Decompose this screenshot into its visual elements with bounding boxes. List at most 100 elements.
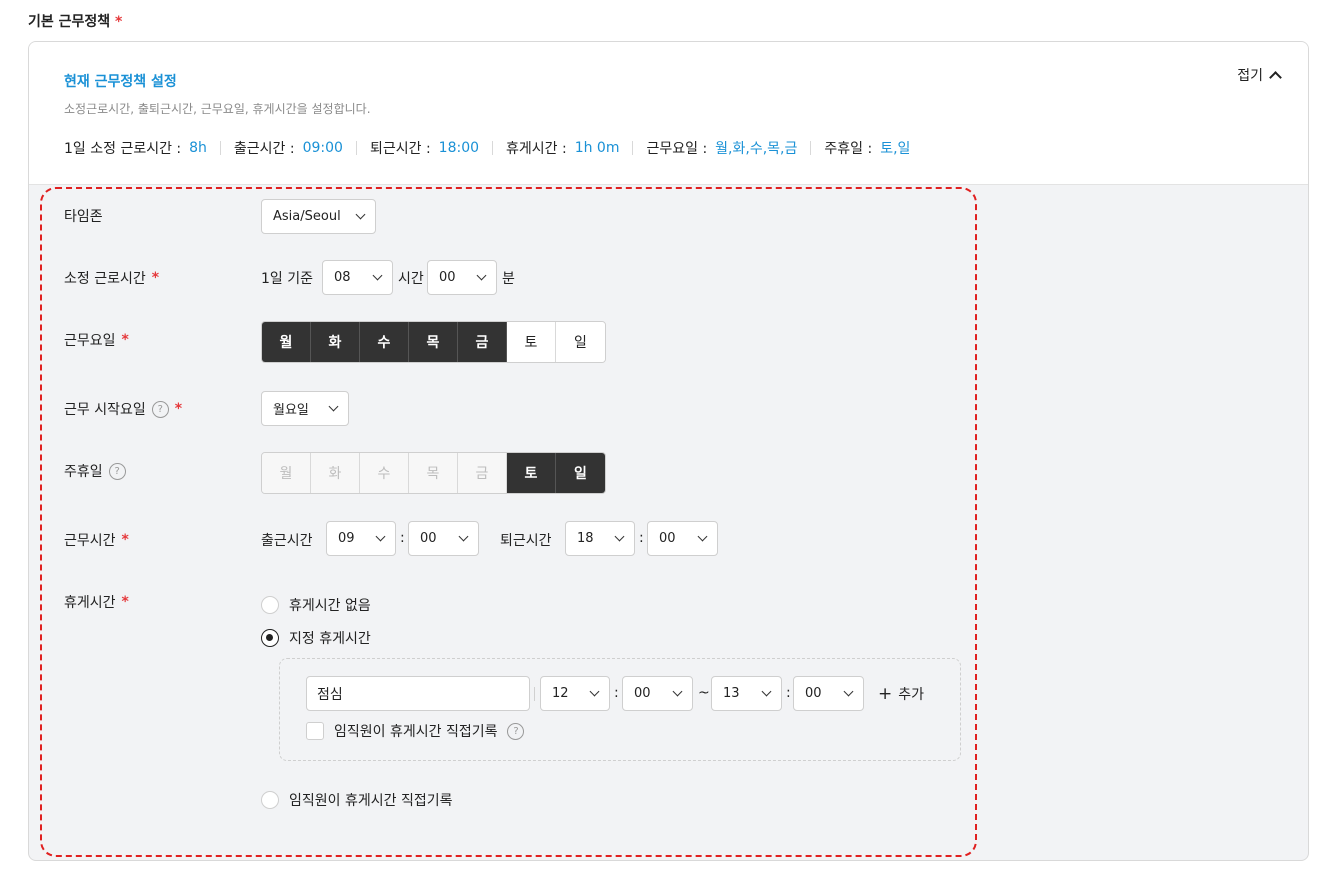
break-name-value: 점심: [317, 686, 343, 703]
holiday-day-sun[interactable]: 일: [556, 453, 605, 493]
range-tilde: ~: [698, 685, 710, 701]
work-hours-minute-value: 00: [439, 270, 456, 285]
end-hour-value: 18: [577, 531, 594, 546]
break-time-label: 휴게시간 *: [64, 592, 129, 612]
work-time-label: 근무시간 *: [64, 530, 129, 550]
holiday-day-mon: 월: [262, 453, 311, 493]
week-start-value: 월요일: [273, 403, 309, 418]
chevron-down-icon: [328, 401, 339, 412]
chevron-down-icon: [355, 209, 366, 220]
summary-item-holidays: 주휴일 : 토,일: [824, 138, 910, 158]
timezone-label: 타임존: [64, 206, 103, 226]
summary-value: 18:00: [438, 140, 480, 156]
chevron-down-icon: [761, 686, 772, 697]
chevron-down-icon: [589, 686, 600, 697]
required-mark: *: [151, 270, 160, 286]
collapse-button[interactable]: 접기: [1237, 65, 1282, 85]
holiday-day-sat[interactable]: 토: [507, 453, 556, 493]
work-day-sun[interactable]: 일: [556, 322, 605, 362]
summary-value: 09:00: [302, 140, 343, 156]
required-mark: *: [115, 14, 123, 30]
break-designated-radio[interactable]: 지정 휴게시간: [261, 628, 371, 648]
timezone-select[interactable]: Asia/Seoul: [261, 199, 376, 234]
work-hours-label: 소정 근로시간 *: [64, 268, 159, 288]
checkbox-icon: [306, 722, 324, 740]
break-end-minute-select[interactable]: 00: [793, 676, 864, 711]
add-break-button[interactable]: + 추가: [878, 684, 924, 704]
help-icon[interactable]: ?: [108, 462, 126, 480]
required-mark: *: [174, 401, 183, 417]
required-mark: *: [121, 594, 129, 610]
chevron-down-icon: [614, 531, 625, 542]
summary-divider: [219, 141, 221, 155]
break-end-minute-value: 00: [805, 686, 822, 701]
work-days-label: 근무요일 *: [64, 330, 129, 350]
break-start-hour-select[interactable]: 12: [540, 676, 610, 711]
work-days-label-text: 근무요일: [64, 333, 116, 349]
break-none-radio[interactable]: 휴게시간 없음: [261, 595, 371, 615]
summary-value: 토,일: [880, 141, 911, 157]
weekly-holiday-label-text: 주휴일: [64, 464, 103, 480]
self-record-label: 임직원이 휴게시간 직접기록: [334, 724, 498, 740]
chevron-down-icon: [843, 686, 854, 697]
header-description: 소정근로시간, 출퇴근시간, 근무요일, 휴게시간을 설정합니다.: [64, 102, 371, 116]
summary-item-start: 출근시간 : 09:00: [234, 138, 343, 158]
summary-label: 근무요일 :: [646, 141, 708, 157]
radio-icon: [261, 791, 279, 809]
break-time-label-text: 휴게시간: [64, 595, 116, 611]
self-record-checkbox[interactable]: 임직원이 휴게시간 직접기록 ?: [306, 721, 525, 741]
break-self-record-label: 임직원이 휴게시간 직접기록: [289, 793, 453, 809]
minutes-unit: 분: [502, 271, 515, 287]
chevron-down-icon: [672, 686, 683, 697]
radio-checked-icon: [261, 629, 279, 647]
break-end-hour-select[interactable]: 13: [711, 676, 782, 711]
start-minute-value: 00: [420, 531, 437, 546]
timezone-value: Asia/Seoul: [273, 209, 341, 224]
break-name-input[interactable]: 점심: [306, 676, 530, 711]
work-day-thu[interactable]: 목: [409, 322, 458, 362]
work-days-toggle-group: 월 화 수 목 금 토 일: [261, 321, 606, 363]
weekly-holiday-toggle-group: 월 화 수 목 금 토 일: [261, 452, 606, 494]
start-time-label: 출근시간: [261, 533, 313, 549]
help-icon[interactable]: ?: [507, 722, 525, 740]
start-minute-select[interactable]: 00: [408, 521, 479, 556]
work-day-sat[interactable]: 토: [507, 322, 556, 362]
summary-item-break: 휴게시간 : 1h 0m: [506, 138, 619, 158]
break-self-record-radio[interactable]: 임직원이 휴게시간 직접기록: [261, 790, 452, 810]
chevron-down-icon: [375, 531, 386, 542]
collapse-label: 접기: [1237, 68, 1263, 84]
work-day-mon[interactable]: 월: [262, 322, 311, 362]
chevron-down-icon: [458, 531, 469, 542]
work-hours-hour-select[interactable]: 08: [322, 260, 393, 295]
required-mark: *: [121, 532, 129, 548]
hours-unit: 시간: [398, 271, 424, 287]
time-colon: :: [639, 530, 644, 546]
end-hour-select[interactable]: 18: [565, 521, 635, 556]
time-colon: :: [614, 685, 619, 701]
work-hours-hour-value: 08: [334, 270, 351, 285]
break-start-minute-select[interactable]: 00: [622, 676, 693, 711]
end-minute-value: 00: [659, 531, 676, 546]
work-day-wed[interactable]: 수: [360, 322, 409, 362]
help-icon[interactable]: ?: [151, 400, 169, 418]
summary-divider: [492, 141, 494, 155]
summary-value: 8h: [189, 140, 207, 156]
break-start-minute-value: 00: [634, 686, 651, 701]
timezone-label-text: 타임존: [64, 209, 103, 225]
work-day-tue[interactable]: 화: [311, 322, 360, 362]
summary-label: 1일 소정 근로시간 :: [64, 141, 182, 157]
policy-summary: 1일 소정 근로시간 : 8h 출근시간 : 09:00 퇴근시간 : 18:0…: [64, 138, 910, 158]
plus-icon: +: [878, 683, 893, 704]
work-day-fri[interactable]: 금: [458, 322, 507, 362]
start-hour-select[interactable]: 09: [326, 521, 396, 556]
end-minute-select[interactable]: 00: [647, 521, 718, 556]
week-start-select[interactable]: 월요일: [261, 391, 349, 426]
holiday-day-thu: 목: [409, 453, 458, 493]
work-hours-prefix: 1일 기준: [261, 271, 313, 287]
summary-value: 1h 0m: [574, 140, 620, 156]
summary-label: 주휴일 :: [824, 141, 873, 157]
chevron-down-icon: [372, 270, 383, 281]
work-hours-minute-select[interactable]: 00: [427, 260, 497, 295]
summary-label: 출근시간 :: [233, 141, 295, 157]
input-divider: [534, 687, 535, 701]
